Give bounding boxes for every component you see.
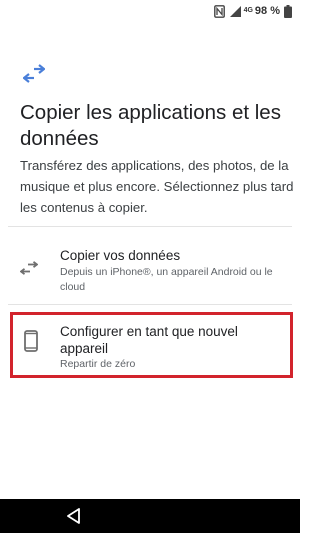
divider bbox=[8, 226, 292, 227]
back-triangle-icon[interactable] bbox=[65, 506, 85, 526]
navigation-bar bbox=[0, 499, 300, 533]
new-device-title: Configurer en tant que nouvel appareil bbox=[60, 324, 238, 356]
new-device-option[interactable]: Configurer en tant que nouvel appareil R… bbox=[10, 312, 293, 378]
copy-data-option[interactable]: Copier vos données Depuis un iPhone®, un… bbox=[10, 240, 293, 300]
page-title: Copier les applications et les données bbox=[20, 101, 281, 150]
swap-arrows-icon bbox=[23, 64, 45, 83]
swap-arrows-icon bbox=[20, 261, 38, 275]
new-device-subtitle: Repartir de zéro bbox=[60, 358, 136, 370]
phone-icon bbox=[24, 330, 38, 352]
network-type-label: 4G bbox=[243, 6, 253, 14]
copy-data-title: Copier vos données bbox=[60, 248, 181, 263]
divider bbox=[8, 304, 292, 305]
page-subtitle: Transférez des applications, des photos,… bbox=[20, 158, 294, 215]
copy-data-subtitle: Depuis un iPhone®, un appareil Android o… bbox=[60, 266, 273, 293]
nfc-icon bbox=[213, 4, 225, 18]
signal-indicator: 4G bbox=[229, 5, 253, 18]
status-bar: 4G 98 % bbox=[0, 0, 300, 22]
battery-percent: 98 % bbox=[254, 5, 280, 17]
signal-icon bbox=[229, 5, 241, 17]
status-icons: 4G 98 % bbox=[213, 3, 292, 19]
battery-icon bbox=[284, 4, 292, 18]
